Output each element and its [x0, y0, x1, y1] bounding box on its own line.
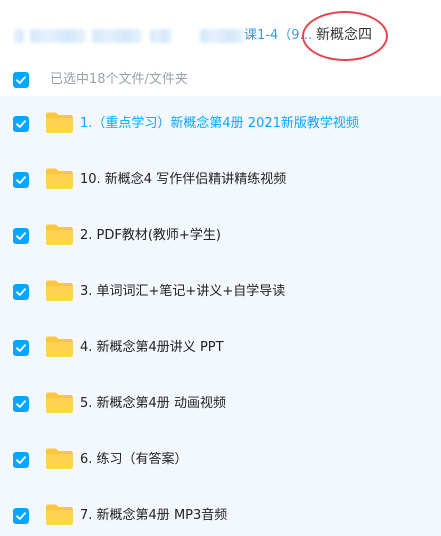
- check-icon: [16, 232, 26, 240]
- breadcrumb: 课1-4（9… 新概念四: [0, 0, 441, 64]
- file-manager: 课1-4（9… 新概念四 已选中18个文件/文件夹 1.（重点学习）新概念第4册…: [0, 0, 441, 536]
- row-checkbox[interactable]: [13, 340, 29, 356]
- row-checkbox[interactable]: [13, 508, 29, 524]
- list-item[interactable]: 6. 练习（有答案）: [0, 432, 441, 488]
- breadcrumb-blurred-segment[interactable]: [200, 29, 244, 43]
- breadcrumb-blurred-segment[interactable]: [150, 29, 172, 43]
- row-checkbox[interactable]: [13, 116, 29, 132]
- row-checkbox[interactable]: [13, 452, 29, 468]
- check-icon: [16, 288, 26, 296]
- folder-icon: [46, 392, 73, 413]
- folder-icon: [46, 504, 73, 525]
- selection-count-label: 已选中18个文件/文件夹: [50, 72, 188, 87]
- file-name[interactable]: 5. 新概念第4册 动画视频: [80, 395, 226, 413]
- check-icon: [16, 120, 26, 128]
- file-name[interactable]: 4. 新概念第4册讲义 PPT: [80, 339, 224, 357]
- file-name[interactable]: 7. 新概念第4册 MP3音频: [80, 507, 227, 525]
- annotation-circle: [302, 11, 388, 61]
- row-checkbox[interactable]: [13, 228, 29, 244]
- folder-icon: [46, 224, 73, 245]
- breadcrumb-blurred-segment[interactable]: [92, 29, 142, 43]
- folder-icon: [46, 336, 73, 357]
- folder-icon: [46, 168, 73, 189]
- breadcrumb-blurred-segment[interactable]: [14, 29, 24, 43]
- list-item[interactable]: 7. 新概念第4册 MP3音频: [0, 488, 441, 536]
- list-item[interactable]: 3. 单词词汇+笔记+讲义+自学导读: [0, 264, 441, 320]
- list-item[interactable]: 2. PDF教材(教师+学生): [0, 208, 441, 264]
- check-icon: [16, 512, 26, 520]
- file-name[interactable]: 6. 练习（有答案）: [80, 451, 188, 469]
- check-icon: [16, 344, 26, 352]
- file-list: 1.（重点学习）新概念第4册 2021新版教学视频 10. 新概念4 写作伴侣精…: [0, 96, 441, 536]
- file-name[interactable]: 10. 新概念4 写作伴侣精讲精练视频: [80, 171, 286, 189]
- file-name[interactable]: 2. PDF教材(教师+学生): [80, 227, 221, 245]
- list-item[interactable]: 1.（重点学习）新概念第4册 2021新版教学视频: [0, 96, 441, 152]
- row-checkbox[interactable]: [13, 396, 29, 412]
- select-all-bar: 已选中18个文件/文件夹: [0, 64, 441, 96]
- list-item[interactable]: 5. 新概念第4册 动画视频: [0, 376, 441, 432]
- check-icon: [16, 400, 26, 408]
- file-name[interactable]: 1.（重点学习）新概念第4册 2021新版教学视频: [80, 115, 359, 133]
- check-icon: [16, 76, 26, 84]
- file-name[interactable]: 3. 单词词汇+笔记+讲义+自学导读: [80, 283, 285, 301]
- folder-icon: [46, 448, 73, 469]
- row-checkbox[interactable]: [13, 284, 29, 300]
- list-item[interactable]: 4. 新概念第4册讲义 PPT: [0, 320, 441, 376]
- check-icon: [16, 176, 26, 184]
- folder-icon: [46, 112, 73, 133]
- list-item[interactable]: 10. 新概念4 写作伴侣精讲精练视频: [0, 152, 441, 208]
- check-icon: [16, 456, 26, 464]
- folder-icon: [46, 280, 73, 301]
- row-checkbox[interactable]: [13, 172, 29, 188]
- select-all-checkbox[interactable]: [13, 72, 29, 88]
- breadcrumb-blurred-segment[interactable]: [30, 29, 86, 43]
